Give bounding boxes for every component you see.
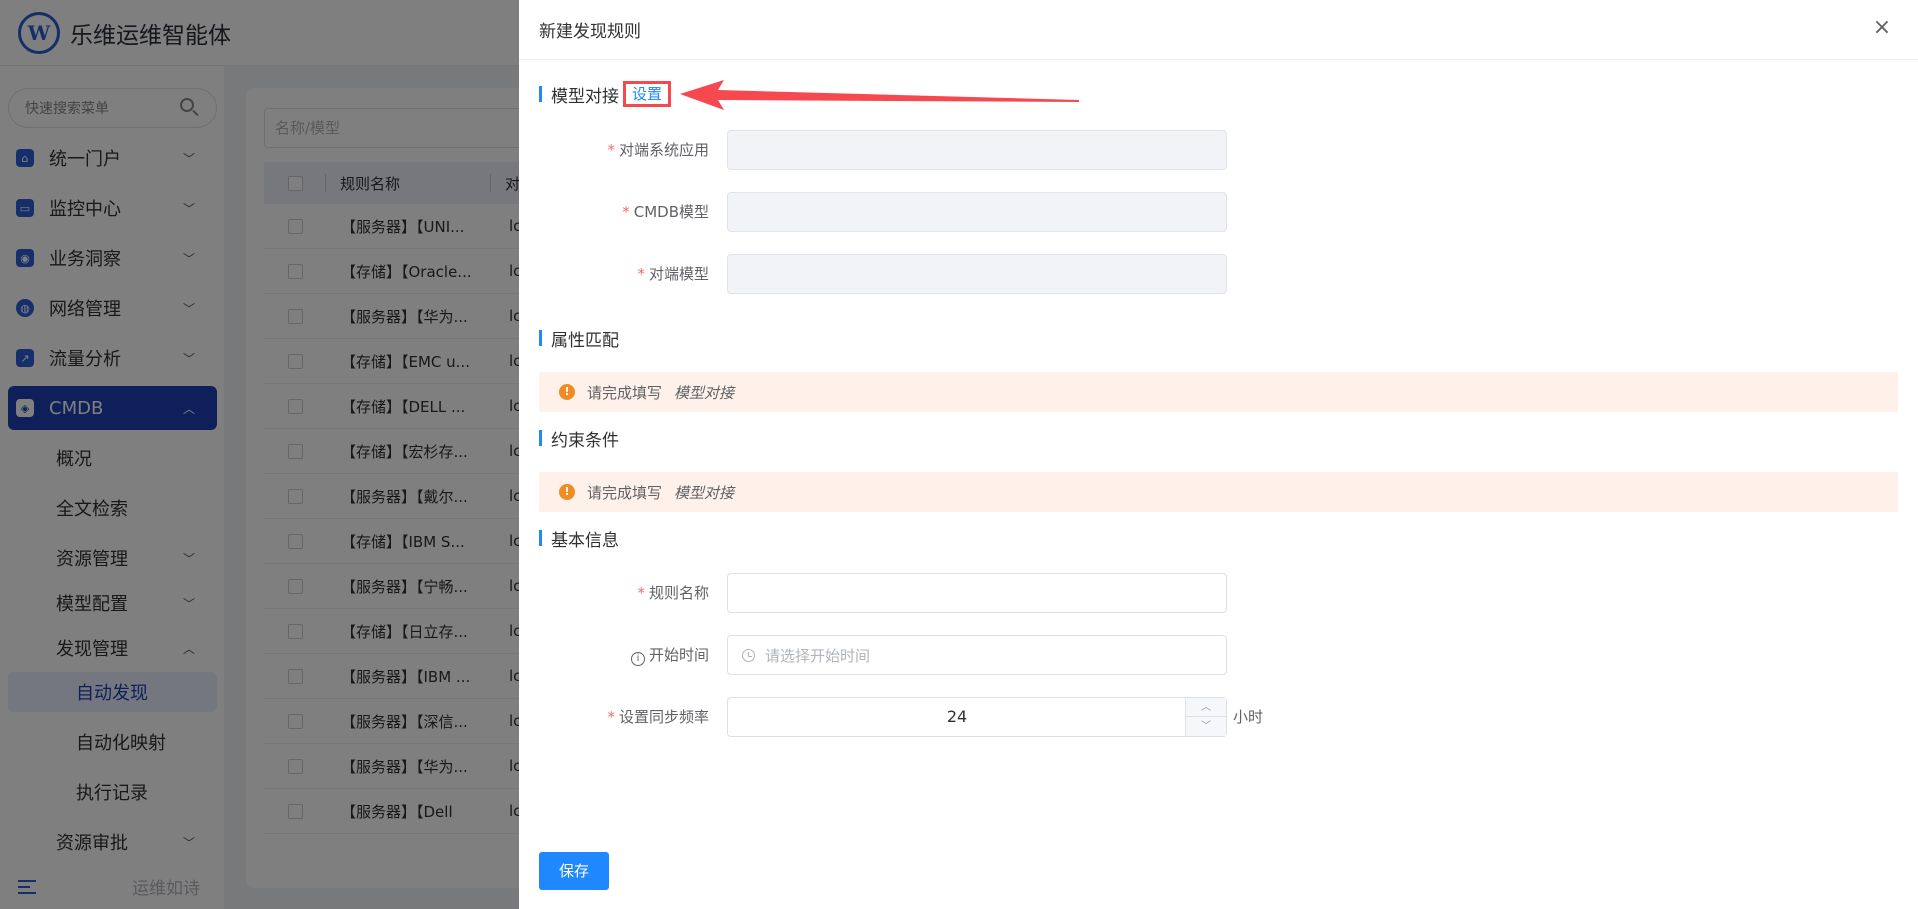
annotation-arrow-icon	[680, 80, 1079, 110]
field-label: 对端系统应用	[618, 141, 709, 159]
model-setting-link[interactable]: 设置	[623, 81, 672, 107]
cmdb-model-label: * CMDB模型	[519, 192, 709, 232]
decrease-icon[interactable]: ﹀	[1186, 717, 1226, 736]
stepper-controls: ︿ ﹀	[1185, 698, 1226, 736]
required-mark: *	[607, 141, 615, 159]
warning-icon: !	[559, 384, 575, 400]
rule-name-label: * 规则名称	[519, 573, 709, 613]
warning-emphasis: 模型对接	[674, 383, 735, 402]
field-label: 开始时间	[648, 646, 709, 664]
section-model-mapping: 模型对接 设置	[539, 81, 672, 107]
start-time-picker[interactable]: 请选择开始时间	[727, 635, 1227, 675]
section-constraints: 约束条件	[539, 427, 619, 451]
required-mark: *	[607, 708, 615, 726]
required-mark: *	[637, 265, 645, 283]
peer-app-label: * 对端系统应用	[519, 130, 709, 170]
required-mark: *	[622, 203, 630, 221]
sync-frequency-stepper[interactable]: 24 ︿ ﹀	[727, 697, 1227, 737]
section-basic-info: 基本信息	[539, 527, 619, 551]
peer-app-select[interactable]	[727, 130, 1227, 170]
constraint-warning-alert: ! 请完成填写 模型对接	[539, 472, 1898, 512]
field-label: 设置同步频率	[618, 708, 709, 726]
warning-icon: !	[559, 484, 575, 500]
new-discovery-rule-drawer: 新建发现规则 × 模型对接 设置 * 对端系统应用 * CMDB模型 * 对端模型 属…	[519, 0, 1918, 909]
peer-model-select[interactable]	[727, 254, 1227, 294]
required-mark: *	[637, 584, 645, 602]
drawer-title: 新建发现规则	[539, 22, 641, 42]
section-attribute-matching: 属性匹配	[539, 327, 619, 351]
start-time-placeholder: 请选择开始时间	[765, 646, 871, 665]
increase-icon[interactable]: ︿	[1186, 698, 1226, 717]
rule-name-input[interactable]	[727, 573, 1227, 613]
field-label: CMDB模型	[633, 203, 709, 221]
section-title: 属性匹配	[551, 330, 619, 351]
warning-text: 请完成填写	[587, 483, 663, 502]
warning-text: 请完成填写	[587, 383, 663, 402]
sync-frequency-unit: 小时	[1233, 708, 1264, 726]
section-title: 基本信息	[551, 530, 619, 551]
attribute-warning-alert: ! 请完成填写 模型对接	[539, 372, 1898, 412]
sync-frequency-label: * 设置同步频率	[519, 697, 709, 737]
section-title: 约束条件	[551, 430, 619, 451]
section-title: 模型对接	[551, 86, 619, 107]
field-label: 对端模型	[648, 265, 709, 283]
sync-frequency-value[interactable]: 24	[728, 698, 1186, 736]
field-label: 规则名称	[648, 584, 709, 602]
info-icon: i	[630, 652, 645, 666]
cmdb-model-select[interactable]	[727, 192, 1227, 232]
drawer-header: 新建发现规则 ×	[519, 0, 1918, 60]
start-time-label: i 开始时间	[519, 635, 709, 675]
warning-emphasis: 模型对接	[674, 483, 735, 502]
peer-model-label: * 对端模型	[519, 254, 709, 294]
save-button[interactable]: 保存	[539, 852, 609, 890]
clock-icon	[742, 648, 755, 662]
close-icon[interactable]: ×	[1872, 17, 1892, 39]
